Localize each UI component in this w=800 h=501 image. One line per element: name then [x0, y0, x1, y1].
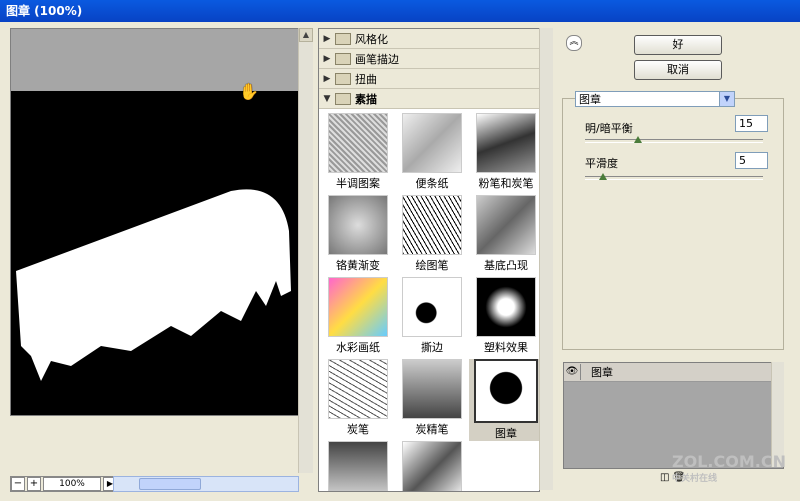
- chevron-down-icon[interactable]: ▼: [719, 92, 734, 106]
- folder-icon: [335, 32, 351, 45]
- thumb-image: [402, 113, 462, 173]
- filter-group-label: 画笔描边: [355, 52, 399, 66]
- thumb-image: [476, 195, 536, 255]
- watermark-logo: ZOL.COM.CN 中关村在线: [672, 452, 786, 484]
- zoom-out-button[interactable]: −: [11, 477, 25, 491]
- thumb-image: [476, 113, 536, 173]
- cancel-button[interactable]: 取消: [634, 60, 722, 80]
- filter-thumb[interactable]: 便条纸: [395, 113, 469, 195]
- thumb-image: [328, 359, 388, 419]
- thumb-image: [328, 113, 388, 173]
- thumb-image: [402, 441, 462, 491]
- zoom-in-button[interactable]: +: [27, 477, 41, 491]
- slider-knob[interactable]: [598, 173, 607, 180]
- balance-input[interactable]: 15: [735, 115, 768, 132]
- folder-icon: [335, 72, 351, 85]
- thumb-image: [328, 441, 388, 491]
- layer-name: 图章: [591, 366, 613, 379]
- thumb-label: 基底凸现: [484, 259, 528, 272]
- filter-select[interactable]: 图章 ▼: [575, 91, 735, 107]
- scroll-thumb[interactable]: [139, 478, 201, 490]
- filter-thumb-selected[interactable]: 图章: [469, 359, 539, 441]
- filter-thumb[interactable]: 水彩画纸: [321, 277, 395, 359]
- preview-pane[interactable]: ✋: [10, 28, 299, 416]
- title-bar: 图章 (100%): [0, 0, 800, 22]
- filter-group-label: 风格化: [355, 32, 388, 46]
- filter-gallery: ▶ 风格化 ▶ 画笔描边 ▶ 扭曲 ▼ 素描 半调图案 便条纸 粉笔和炭笔 铬黄…: [318, 28, 540, 492]
- slider-knob[interactable]: [634, 136, 643, 143]
- new-layer-icon[interactable]: ◫: [660, 472, 669, 483]
- preview-horizontal-scrollbar[interactable]: [113, 476, 299, 492]
- filter-thumb[interactable]: 塑料效果: [469, 277, 539, 359]
- effect-layer-row[interactable]: 👁 图章: [564, 363, 783, 382]
- hand-tool-icon[interactable]: ✋: [239, 82, 259, 101]
- filter-thumb[interactable]: 绘图笔: [395, 195, 469, 277]
- param-label: 平滑度: [585, 157, 618, 170]
- balance-slider[interactable]: [585, 136, 763, 143]
- scroll-up-arrow[interactable]: ▲: [299, 28, 313, 42]
- filter-thumb[interactable]: 半调图案: [321, 113, 395, 195]
- stamp-shape-image: [16, 189, 291, 381]
- thumb-image: [328, 195, 388, 255]
- filter-group-expanded[interactable]: ▼ 素描: [319, 89, 539, 109]
- param-label: 明/暗平衡: [585, 122, 633, 135]
- thumb-label: 水彩画纸: [336, 341, 380, 354]
- filter-thumb[interactable]: 基底凸现: [469, 195, 539, 277]
- thumb-label: 绘图笔: [415, 259, 449, 272]
- filter-list-scrollbar[interactable]: [539, 28, 553, 490]
- collapse-gallery-icon[interactable]: ︽: [566, 35, 582, 51]
- filter-thumb[interactable]: 炭笔: [321, 359, 395, 441]
- preview-vertical-scrollbar[interactable]: ▲: [298, 28, 313, 473]
- eye-icon[interactable]: 👁: [564, 364, 581, 380]
- thumb-image: [474, 359, 538, 423]
- filter-select-value: 图章: [579, 93, 601, 106]
- thumb-label: 铬黄渐变: [336, 259, 380, 272]
- smoothness-slider[interactable]: [585, 173, 763, 180]
- thumb-image: [402, 195, 462, 255]
- filter-group[interactable]: ▶ 风格化: [319, 29, 539, 49]
- filter-thumb[interactable]: 炭精笔: [395, 359, 469, 441]
- filter-thumb[interactable]: [321, 441, 395, 491]
- zoom-level[interactable]: 100%: [43, 477, 101, 491]
- thumb-label: 粉笔和炭笔: [478, 177, 534, 190]
- thumb-image: [476, 277, 536, 337]
- folder-icon: [335, 52, 351, 65]
- thumb-image: [402, 359, 462, 419]
- filter-thumb[interactable]: [395, 441, 469, 491]
- thumb-image: [328, 277, 388, 337]
- thumb-image: [402, 277, 462, 337]
- ok-button[interactable]: 好: [634, 35, 722, 55]
- open-folder-icon: [335, 92, 351, 105]
- window-title: 图章 (100%): [6, 4, 83, 18]
- filter-thumb[interactable]: 撕边: [395, 277, 469, 359]
- thumb-label: 炭笔: [347, 423, 369, 436]
- filter-thumbnail-grid: 半调图案 便条纸 粉笔和炭笔 铬黄渐变 绘图笔 基底凸现 水彩画纸 撕边 塑料效…: [319, 109, 539, 491]
- thumb-label: 炭精笔: [415, 423, 449, 436]
- filter-group-label: 素描: [355, 92, 377, 106]
- expand-arrow-icon[interactable]: ▶: [321, 54, 333, 64]
- filter-thumb[interactable]: 粉笔和炭笔: [469, 113, 539, 195]
- thumb-label: 塑料效果: [484, 341, 528, 354]
- preview-canvas: [11, 91, 298, 415]
- filter-group-label: 扭曲: [355, 72, 377, 86]
- thumb-label: 便条纸: [415, 177, 449, 190]
- smoothness-input[interactable]: 5: [735, 152, 768, 169]
- thumb-label: 撕边: [421, 341, 443, 354]
- filter-thumb[interactable]: 铬黄渐变: [321, 195, 395, 277]
- filter-group[interactable]: ▶ 画笔描边: [319, 49, 539, 69]
- expand-arrow-icon[interactable]: ▶: [321, 74, 333, 84]
- collapse-arrow-icon[interactable]: ▼: [321, 94, 333, 104]
- expand-arrow-icon[interactable]: ▶: [321, 34, 333, 44]
- thumb-label: 图章: [495, 427, 517, 440]
- thumb-label: 半调图案: [336, 177, 380, 190]
- filter-group[interactable]: ▶ 扭曲: [319, 69, 539, 89]
